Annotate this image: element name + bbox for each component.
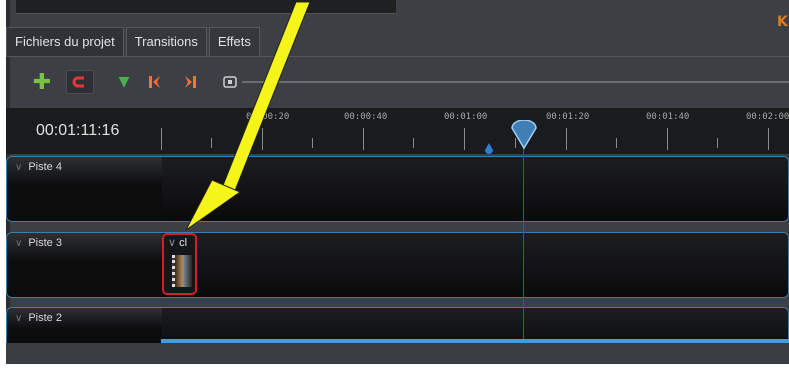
ruler-tick xyxy=(717,138,718,148)
clip-title: cl xyxy=(179,237,188,249)
add-track-icon[interactable]: ✚ xyxy=(30,70,54,95)
timeline-clip[interactable]: ∨ cl xyxy=(162,233,197,295)
top-panel xyxy=(16,0,396,14)
track-header[interactable]: ∨ Piste 4 xyxy=(7,157,162,221)
ruler-label: 00:00:40 xyxy=(344,112,388,122)
playhead-line[interactable] xyxy=(523,125,524,339)
ruler-label: 00:01:40 xyxy=(646,112,690,122)
ruler-label: 00:01:20 xyxy=(546,112,590,122)
track-name-wrap: ∨ Piste 4 xyxy=(15,161,62,173)
ruler-tick xyxy=(667,128,668,150)
clip-menu-icon[interactable]: ∨ xyxy=(168,237,176,249)
ruler-tick xyxy=(464,128,465,150)
timeline-ruler[interactable]: 00:01:11:16 00:00:20 00:00:40 00:01:00 0… xyxy=(6,108,789,154)
previous-marker-icon[interactable] xyxy=(143,70,167,94)
track-collapse-icon[interactable]: ∨ xyxy=(15,162,22,173)
ruler-label: 00:02:00 xyxy=(746,112,789,122)
ruler-tick xyxy=(413,138,414,148)
ruler-label: 00:01:00 xyxy=(444,112,488,122)
track-lane[interactable] xyxy=(162,233,788,297)
dock-grip-handle[interactable]: ...... xyxy=(644,50,667,60)
ruler-tick xyxy=(363,128,364,150)
ruler-label: 00:00:20 xyxy=(246,112,290,122)
track-row[interactable]: ∨ Piste 4 xyxy=(6,156,789,222)
timeline-toolbar: ✚ ▼ xyxy=(6,70,789,95)
ruler-tick xyxy=(211,138,212,148)
clip-thumbnail xyxy=(172,255,192,287)
ruler-tick xyxy=(262,128,263,150)
track-collapse-icon[interactable]: ∨ xyxy=(15,313,22,324)
dock-tabs: Fichiers du projet Transitions Effets xyxy=(6,27,262,57)
ruler-tick xyxy=(768,128,769,150)
track-name: Piste 4 xyxy=(28,161,62,173)
track-header[interactable]: ∨ Piste 3 xyxy=(7,233,162,297)
track-collapse-icon[interactable]: ∨ xyxy=(15,238,22,249)
ruler-tick xyxy=(312,138,313,148)
center-playhead-icon[interactable] xyxy=(218,70,242,94)
bottom-panel xyxy=(6,343,789,364)
track-row[interactable]: ∨ Piste 3 ∨ cl xyxy=(6,232,789,298)
add-marker-icon[interactable]: ▼ xyxy=(112,70,136,94)
zoom-slider-track[interactable] xyxy=(242,81,789,83)
clip-header: ∨ cl xyxy=(168,236,187,249)
current-timecode: 00:01:11:16 xyxy=(36,122,120,139)
playhead-handle-icon[interactable] xyxy=(511,120,537,150)
ruler-tick xyxy=(161,128,162,150)
track-lane[interactable] xyxy=(162,157,788,221)
tab-effects[interactable]: Effets xyxy=(208,27,260,57)
track-name: Piste 3 xyxy=(28,237,62,249)
tab-transitions[interactable]: Transitions xyxy=(125,27,207,57)
openshot-window: K ...... Fichiers du projet Transitions … xyxy=(6,0,789,364)
ruler-tick xyxy=(616,138,617,148)
tab-project-files[interactable]: Fichiers du projet xyxy=(6,27,124,57)
timeline-marker-icon[interactable] xyxy=(484,143,494,155)
brand-logo-partial: K xyxy=(777,14,788,30)
track-name-wrap: ∨ Piste 3 xyxy=(15,237,62,249)
tab-divider xyxy=(6,56,789,57)
next-marker-icon[interactable] xyxy=(178,70,202,94)
magnet-snap-icon[interactable] xyxy=(66,70,94,94)
track-name-wrap: ∨ Piste 2 xyxy=(15,312,62,324)
track-name: Piste 2 xyxy=(28,312,62,324)
ruler-tick xyxy=(566,128,567,150)
zoom-slider-handle[interactable] xyxy=(266,76,276,88)
